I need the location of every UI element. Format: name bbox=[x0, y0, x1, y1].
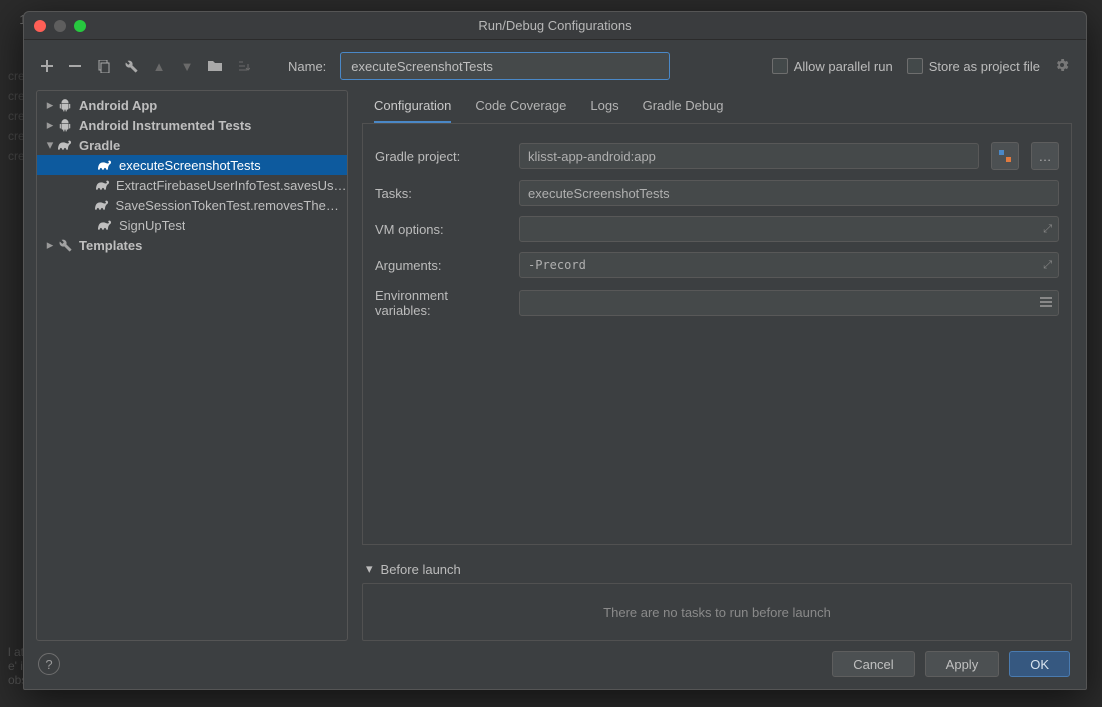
vm-options-input[interactable]: ⤢ bbox=[519, 216, 1059, 242]
apply-button[interactable]: Apply bbox=[925, 651, 1000, 677]
tree-item-templates[interactable]: ▸ Templates bbox=[37, 235, 347, 255]
name-label: Name: bbox=[288, 59, 326, 74]
env-vars-label: Environment variables: bbox=[375, 288, 507, 318]
gradle-icon bbox=[96, 177, 110, 193]
gradle-project-picker-button[interactable] bbox=[991, 142, 1019, 170]
gradle-icon bbox=[57, 137, 73, 153]
run-debug-configurations-dialog: Run/Debug Configurations ▲ ▼ bbox=[23, 11, 1087, 690]
tasks-label: Tasks: bbox=[375, 186, 507, 201]
tree-item-gradle[interactable]: ▾ Gradle bbox=[37, 135, 347, 155]
before-launch-header[interactable]: ▾ Before launch bbox=[362, 555, 1072, 583]
help-button[interactable]: ? bbox=[38, 653, 60, 675]
gradle-icon bbox=[97, 217, 113, 233]
chevron-right-icon: ▸ bbox=[43, 97, 57, 113]
vm-options-label: VM options: bbox=[375, 222, 507, 237]
android-icon bbox=[57, 97, 73, 113]
edit-config-button[interactable] bbox=[120, 55, 142, 77]
remove-config-button[interactable] bbox=[64, 55, 86, 77]
move-up-button: ▲ bbox=[148, 55, 170, 77]
maximize-window-button[interactable] bbox=[74, 20, 86, 32]
gradle-icon bbox=[97, 157, 113, 173]
config-tabs: Configuration Code Coverage Logs Gradle Deb… bbox=[362, 90, 1072, 124]
tree-item-label: SignUpTest bbox=[119, 218, 185, 233]
dialog-title: Run/Debug Configurations bbox=[24, 18, 1086, 33]
chevron-right-icon: ▸ bbox=[43, 117, 57, 133]
tree-item-android-app[interactable]: ▸ Android App bbox=[37, 95, 347, 115]
config-tree: ▸ Android App ▸ Android Instrumented Tests ▾… bbox=[36, 90, 348, 641]
android-icon bbox=[57, 117, 73, 133]
store-as-project-file-checkbox[interactable]: Store as project file bbox=[907, 58, 1040, 74]
gear-icon[interactable] bbox=[1054, 57, 1072, 75]
sort-button bbox=[232, 55, 254, 77]
config-toolbar: ▲ ▼ bbox=[36, 55, 254, 77]
wrench-icon bbox=[57, 237, 73, 253]
tree-item-label: Gradle bbox=[79, 138, 120, 153]
minimize-window-button bbox=[54, 20, 66, 32]
before-launch-list: There are no tasks to run before launch bbox=[362, 583, 1072, 641]
chevron-down-icon: ▾ bbox=[43, 137, 57, 153]
tree-item-label: ExtractFirebaseUserInfoTest.savesUserTok… bbox=[116, 178, 347, 193]
list-icon[interactable] bbox=[1040, 296, 1052, 311]
tab-code-coverage[interactable]: Code Coverage bbox=[475, 92, 566, 123]
cancel-button[interactable]: Cancel bbox=[832, 651, 914, 677]
tree-item-android-instrumented-tests[interactable]: ▸ Android Instrumented Tests bbox=[37, 115, 347, 135]
add-config-button[interactable] bbox=[36, 55, 58, 77]
move-down-button: ▼ bbox=[176, 55, 198, 77]
expand-icon[interactable]: ⤢ bbox=[1043, 223, 1052, 236]
tree-item-savesessiontokentest-removesth[interactable]: SaveSessionTokenTest.removesTheSignUpS bbox=[37, 195, 347, 215]
tab-logs[interactable]: Logs bbox=[590, 92, 618, 123]
tab-configuration[interactable]: Configuration bbox=[374, 92, 451, 123]
titlebar[interactable]: Run/Debug Configurations bbox=[24, 12, 1086, 40]
tree-item-label: Android App bbox=[79, 98, 157, 113]
close-window-button[interactable] bbox=[34, 20, 46, 32]
tree-item-label: executeScreenshotTests bbox=[119, 158, 261, 173]
tree-item-label: Templates bbox=[79, 238, 142, 253]
arguments-label: Arguments: bbox=[375, 258, 507, 273]
tree-item-extractfirebaseuserinfotest-sa[interactable]: ExtractFirebaseUserInfoTest.savesUserTok… bbox=[37, 175, 347, 195]
tree-item-label: Android Instrumented Tests bbox=[79, 118, 251, 133]
tree-item-signuptest[interactable]: SignUpTest bbox=[37, 215, 347, 235]
tree-item-executescreenshottests[interactable]: executeScreenshotTests bbox=[37, 155, 347, 175]
folder-button[interactable] bbox=[204, 55, 226, 77]
copy-config-button[interactable] bbox=[92, 55, 114, 77]
tab-gradle-debug[interactable]: Gradle Debug bbox=[643, 92, 724, 123]
tasks-input[interactable]: executeScreenshotTests bbox=[519, 180, 1059, 206]
gradle-project-label: Gradle project: bbox=[375, 149, 507, 164]
expand-icon[interactable]: ⤢ bbox=[1043, 258, 1052, 272]
config-name-input[interactable] bbox=[340, 52, 670, 80]
ok-button[interactable]: OK bbox=[1009, 651, 1070, 677]
allow-parallel-run-checkbox[interactable]: Allow parallel run bbox=[772, 58, 893, 74]
gradle-icon bbox=[95, 197, 109, 213]
gradle-project-browse-button[interactable]: … bbox=[1031, 142, 1059, 170]
gradle-project-input[interactable]: klisst-app-android:app bbox=[519, 143, 979, 169]
chevron-right-icon: ▸ bbox=[43, 237, 57, 253]
tree-item-label: SaveSessionTokenTest.removesTheSignUpS bbox=[116, 198, 347, 213]
arguments-input[interactable]: -Precord ⤢ bbox=[519, 252, 1059, 278]
chevron-down-icon: ▾ bbox=[366, 561, 373, 577]
env-vars-input[interactable] bbox=[519, 290, 1059, 316]
